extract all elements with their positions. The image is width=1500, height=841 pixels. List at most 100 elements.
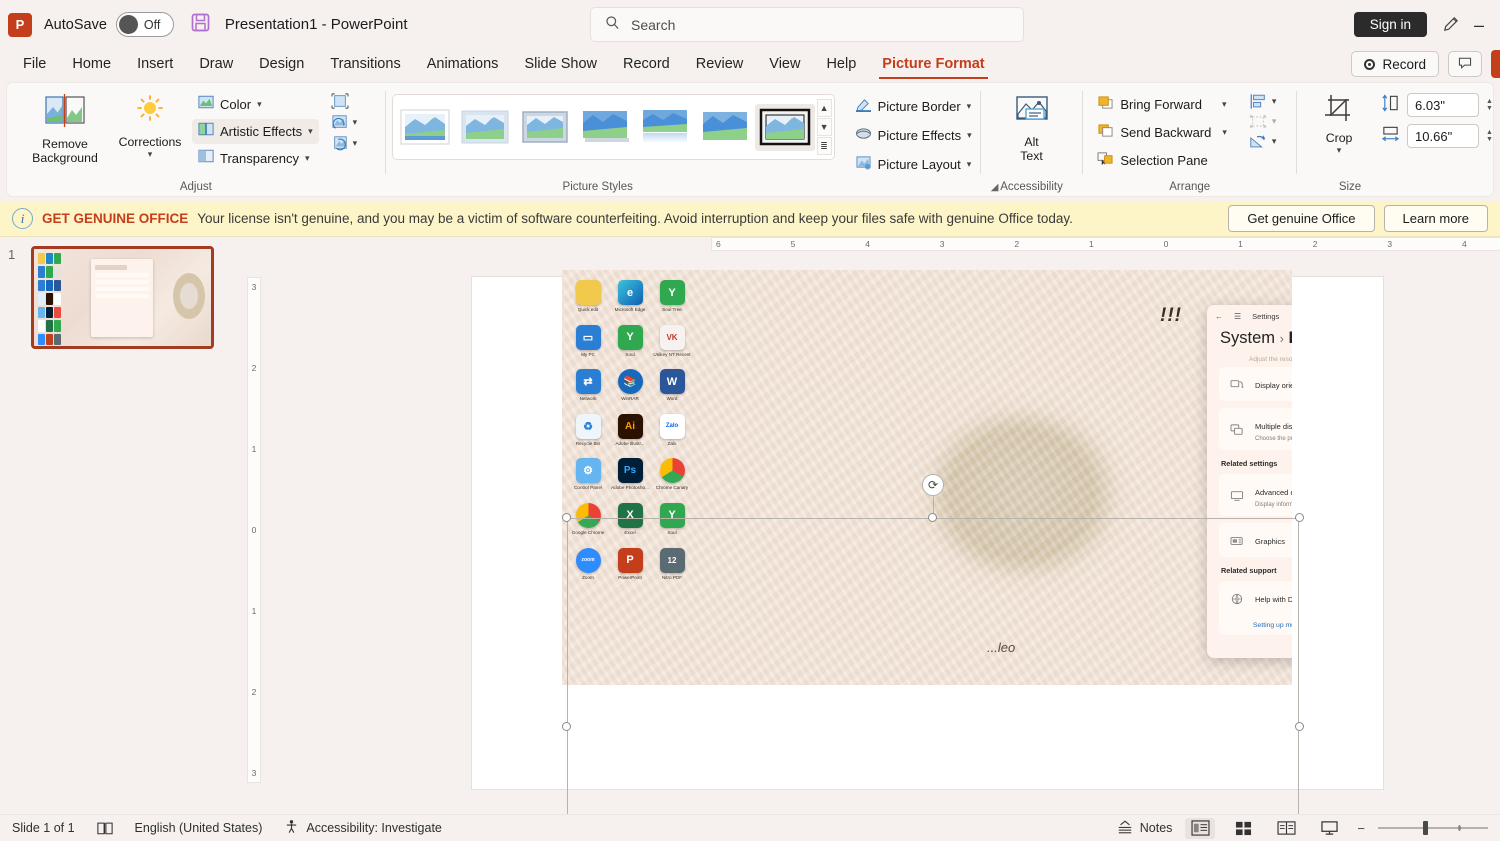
view-normal-button[interactable] <box>1185 817 1216 839</box>
gallery-scroll-down-icon[interactable]: ▼ <box>816 118 832 136</box>
picture-style-thumb-4[interactable] <box>635 104 695 151</box>
minimize-button[interactable]: – <box>1474 16 1484 34</box>
help-with-display-row[interactable]: Help with Display ⌃ <box>1219 581 1292 615</box>
resize-handle-top-left[interactable] <box>562 513 571 522</box>
horizontal-ruler[interactable]: 6 5 4 3 2 1 0 1 2 3 4 5 6 <box>711 237 1500 251</box>
slide-count[interactable]: Slide 1 of 1 <box>12 821 75 835</box>
pen-icon[interactable] <box>1441 15 1460 34</box>
zoom-slider-handle[interactable] <box>1423 821 1428 835</box>
picture-layout-chevron-down-icon[interactable]: ▾ <box>967 159 972 170</box>
picture-style-thumb-2[interactable] <box>515 104 575 151</box>
graphics-row[interactable]: Graphics › <box>1219 523 1292 557</box>
autosave-toggle[interactable]: Off <box>115 12 174 37</box>
shape-width-stepper[interactable]: ▲ ▼ <box>1486 129 1493 143</box>
picture-style-thumb-1[interactable] <box>455 104 515 151</box>
comments-button[interactable] <box>1448 51 1482 77</box>
selection-pane-button[interactable]: Selection Pane <box>1091 148 1233 173</box>
search-input[interactable]: Search <box>590 7 1024 42</box>
align-objects-button[interactable]: ▾ <box>1249 94 1277 109</box>
slide-canvas[interactable]: !!! ...leo Quick edit e Microsoft Edge YS… <box>472 270 1383 789</box>
zoom-out-button[interactable]: − <box>1357 821 1365 836</box>
tab-draw[interactable]: Draw <box>186 53 246 75</box>
shape-height-stepper[interactable]: ▲ ▼ <box>1486 98 1493 112</box>
color-button[interactable]: Color ▾ <box>192 92 319 117</box>
bring-forward-chevron-down-icon[interactable]: ▾ <box>1222 99 1227 110</box>
get-genuine-office-button[interactable]: Get genuine Office <box>1228 205 1375 232</box>
picture-style-thumb-5[interactable] <box>695 104 755 151</box>
windows-settings-window[interactable]: ← ☰ Settings – □ × System › <box>1207 305 1292 658</box>
slide-thumbnail-1[interactable] <box>31 246 214 349</box>
view-reading-button[interactable] <box>1271 818 1301 839</box>
change-picture-chevron-down-icon[interactable]: ▾ <box>353 117 358 128</box>
advanced-display-row[interactable]: Advanced display Display information, re… <box>1219 474 1292 516</box>
change-picture-button[interactable]: ▾ <box>331 114 358 130</box>
alt-text-button[interactable]: Alt Text <box>1002 90 1062 167</box>
picture-styles-gallery[interactable]: ▲ ▼ ≣ <box>391 94 835 160</box>
align-chevron-down-icon[interactable]: ▾ <box>1272 96 1277 107</box>
transparency-chevron-down-icon[interactable]: ▾ <box>305 153 310 164</box>
tab-record[interactable]: Record <box>610 53 683 75</box>
view-slide-show-button[interactable] <box>1314 818 1344 839</box>
picture-border-button[interactable]: Picture Border ▾ <box>849 94 978 119</box>
accessibility-dialog-launcher[interactable]: ◢ <box>991 182 999 194</box>
resize-handle-middle-right[interactable] <box>1295 721 1304 731</box>
picture-layout-button[interactable]: Picture Layout ▾ <box>849 152 978 177</box>
zoom-slider[interactable] <box>1378 821 1488 835</box>
share-button[interactable] <box>1491 50 1500 78</box>
picture-effects-chevron-down-icon[interactable]: ▾ <box>967 130 972 141</box>
accessibility-status[interactable]: Accessibility: Investigate <box>284 819 442 837</box>
picture-border-chevron-down-icon[interactable]: ▾ <box>967 101 972 112</box>
tab-slide-show[interactable]: Slide Show <box>511 53 610 75</box>
shape-height-input[interactable]: 6.03" <box>1407 93 1480 117</box>
corrections-chevron-down-icon[interactable]: ▾ <box>148 149 153 160</box>
rotate-objects-button[interactable]: ▾ <box>1249 134 1277 149</box>
breadcrumb-system[interactable]: System <box>1220 329 1275 347</box>
bring-forward-button[interactable]: Bring Forward ▾ <box>1091 92 1233 117</box>
resize-handle-middle-left[interactable] <box>562 721 571 731</box>
language-indicator[interactable]: English (United States) <box>135 821 263 835</box>
remove-background-button[interactable]: Remove Background <box>19 90 111 169</box>
tab-transitions[interactable]: Transitions <box>317 53 413 75</box>
multiple-displays-row[interactable]: Multiple displays Choose the presentatio… <box>1219 408 1292 450</box>
color-chevron-down-icon[interactable]: ▾ <box>257 99 262 110</box>
view-slide-sorter-button[interactable] <box>1228 818 1258 839</box>
artistic-effects-button[interactable]: Artistic Effects ▾ <box>192 119 319 144</box>
gallery-more-icon[interactable]: ≣ <box>816 137 832 155</box>
crop-button[interactable]: Crop ▾ <box>1309 90 1369 160</box>
tab-animations[interactable]: Animations <box>414 53 512 75</box>
record-button[interactable]: Record <box>1351 51 1439 77</box>
rotate-handle[interactable]: ⟳ <box>922 474 944 496</box>
crop-chevron-down-icon[interactable]: ▾ <box>1337 145 1342 156</box>
hamburger-icon[interactable]: ☰ <box>1234 312 1241 321</box>
picture-style-thumb-3[interactable] <box>575 104 635 151</box>
gallery-scrollbar[interactable]: ▲ ▼ ≣ <box>816 99 832 155</box>
corrections-button[interactable]: Corrections ▾ <box>112 90 188 164</box>
gallery-scroll-up-icon[interactable]: ▲ <box>816 99 832 117</box>
resize-handle-top-center[interactable] <box>928 513 937 522</box>
display-orientation-row[interactable]: Display orientation Landscape ⌄ <box>1219 367 1292 401</box>
tab-review[interactable]: Review <box>683 53 757 75</box>
save-icon[interactable] <box>190 12 211 38</box>
compress-pictures-button[interactable] <box>331 93 358 109</box>
rotate-chevron-down-icon[interactable]: ▾ <box>1272 136 1277 147</box>
shape-width-input[interactable]: 10.66" <box>1407 124 1480 148</box>
picture-style-thumb-6[interactable] <box>754 103 815 151</box>
notes-page-icon[interactable] <box>96 821 113 835</box>
reset-picture-button[interactable]: ▾ <box>331 135 358 151</box>
tab-picture-format[interactable]: Picture Format <box>869 53 997 79</box>
learn-more-button[interactable]: Learn more <box>1383 205 1488 232</box>
send-backward-chevron-down-icon[interactable]: ▾ <box>1222 127 1227 138</box>
tab-file[interactable]: File <box>10 53 59 75</box>
resize-handle-top-right[interactable] <box>1295 513 1304 522</box>
transparency-button[interactable]: Transparency ▾ <box>192 146 319 171</box>
send-backward-button[interactable]: Send Backward ▾ <box>1091 120 1233 145</box>
reset-picture-chevron-down-icon[interactable]: ▾ <box>353 138 358 149</box>
picture-effects-button[interactable]: Picture Effects ▾ <box>849 123 978 148</box>
sign-in-button[interactable]: Sign in <box>1353 12 1427 37</box>
picture-style-thumb-0[interactable] <box>395 104 455 151</box>
tab-home[interactable]: Home <box>59 53 124 75</box>
back-arrow-icon[interactable]: ← <box>1215 312 1223 321</box>
tab-insert[interactable]: Insert <box>124 53 186 75</box>
setting-up-multiple-monitors-link[interactable]: Setting up multiple monitors <box>1219 615 1292 629</box>
tab-design[interactable]: Design <box>246 53 317 75</box>
